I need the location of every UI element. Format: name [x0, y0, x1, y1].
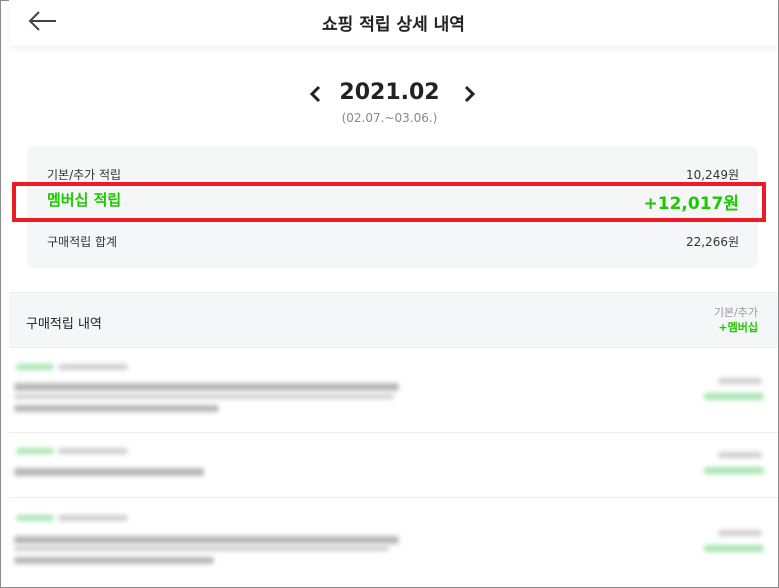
- divider: [9, 497, 778, 498]
- next-month-button[interactable]: [460, 83, 480, 105]
- basic-reward-value: 10,249원: [685, 168, 739, 182]
- history-column-legend: 기본/추가 +멤버십: [714, 305, 758, 335]
- top-header: 쇼핑 적립 상세 내역: [9, 0, 778, 46]
- column-membership-label: +멤버십: [718, 321, 758, 334]
- previous-month-button[interactable]: [305, 83, 325, 105]
- history-header: 구매적립 내역 기본/추가 +멤버십: [9, 292, 778, 348]
- month-navigator: 2021.02: [0, 78, 779, 110]
- divider: [9, 432, 778, 433]
- chevron-right-icon: [464, 85, 476, 103]
- history-title: 구매적립 내역: [26, 317, 102, 332]
- page-title: 쇼핑 적립 상세 내역: [322, 15, 465, 35]
- basic-reward-label: 기본/추가 적립: [47, 168, 122, 182]
- highlight-annotation-box: [12, 182, 766, 222]
- basic-reward-row: 기본/추가 적립 10,249원: [47, 166, 739, 183]
- total-reward-label: 구매적립 합계: [47, 235, 118, 249]
- column-basic-label: 기본/추가: [713, 306, 758, 319]
- date-range: (02.07.~03.06.): [341, 111, 438, 125]
- chevron-left-icon: [309, 85, 321, 103]
- month-label: 2021.02: [339, 80, 440, 105]
- total-reward-value: 22,266원: [685, 235, 739, 249]
- total-reward-row: 구매적립 합계 22,266원: [47, 233, 739, 250]
